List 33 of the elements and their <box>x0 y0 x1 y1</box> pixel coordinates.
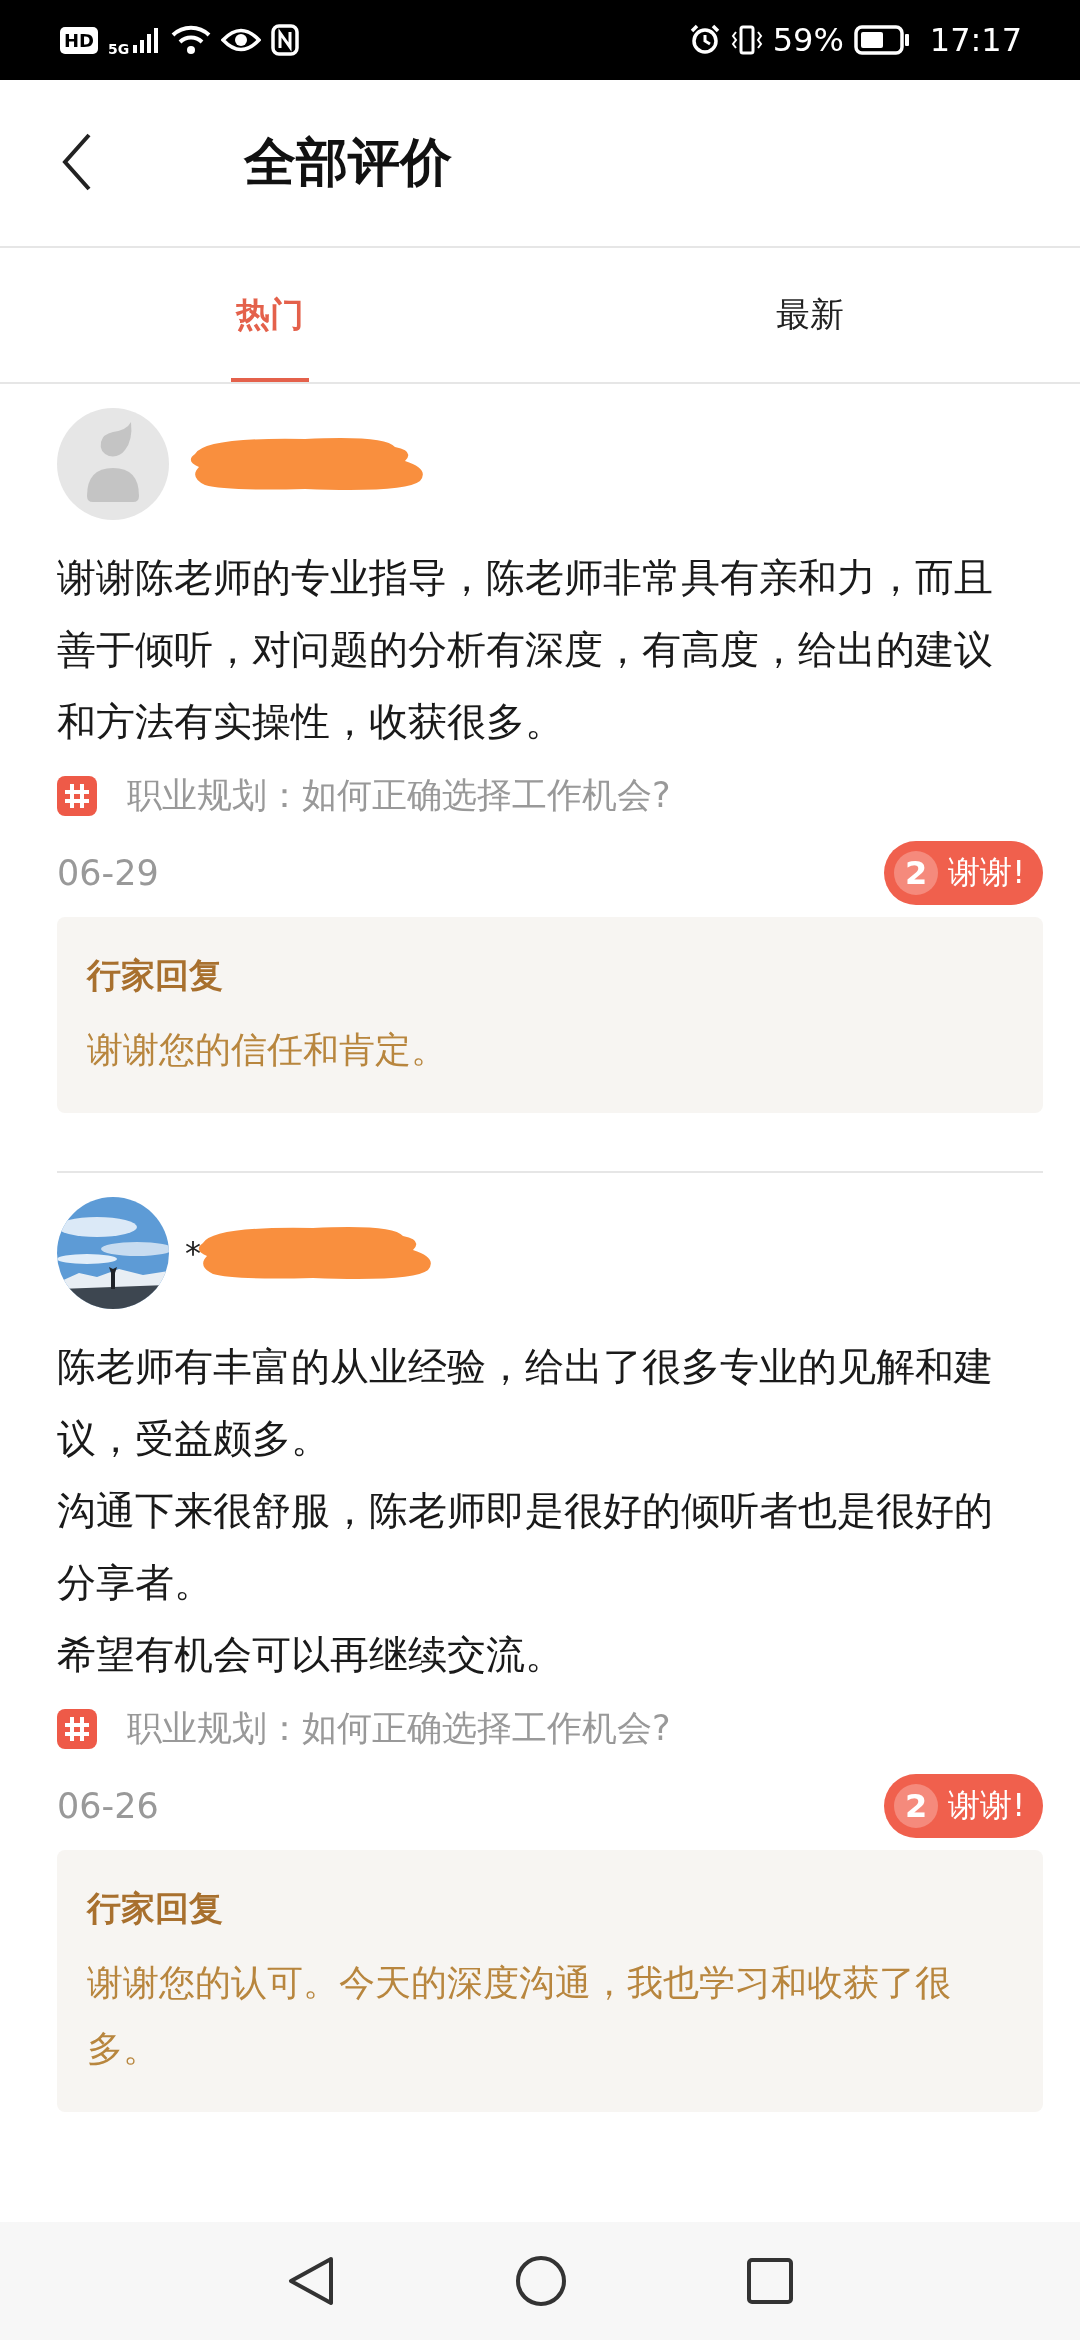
topic-link[interactable]: 职业规划：如何正确选择工作机会? <box>127 772 671 819</box>
thanks-button[interactable]: 2 谢谢! <box>884 841 1043 905</box>
reply-title: 行家回复 <box>87 1887 224 1930</box>
thanks-button[interactable]: 2 谢谢! <box>884 1774 1043 1838</box>
hashtag-icon <box>57 775 97 816</box>
battery-percent: 59% <box>772 21 844 59</box>
recents-nav-icon[interactable] <box>747 2258 793 2304</box>
reviewer-name: * <box>185 1234 201 1272</box>
review-date: 06-29 <box>57 853 159 893</box>
reply-text: 谢谢您的认可。今天的深度沟通，我也学习和收获了很多。 <box>87 1961 952 2071</box>
network-label: 5G <box>108 41 130 57</box>
reply-text: 谢谢您的信任和肯定。 <box>87 1028 448 1072</box>
eye-icon <box>221 27 262 53</box>
battery-icon <box>853 25 910 55</box>
wifi-icon <box>171 24 212 56</box>
reply-title: 行家回复 <box>87 954 224 997</box>
review-text: 陈老师有丰富的从业经验，给出了很多专业的见解和建议，受益颇多。 <box>57 1343 994 1463</box>
review-text: 沟通下来很舒服，陈老师即是很好的倾听者也是很好的分享者。 <box>57 1487 994 1607</box>
back-nav-icon[interactable] <box>287 2255 335 2307</box>
hd-indicator: HD <box>60 26 98 54</box>
review-text: 谢谢陈老师的专业指导，陈老师非常具有亲和力，而且善于倾听，对问题的分析有深度，有高度，给出的建议和方法有实操性，收获很多。 <box>57 554 994 746</box>
topic-link[interactable]: 职业规划：如何正确选择工作机会? <box>127 1705 671 1752</box>
review-text: 希望有机会可以再继续交流。 <box>57 1631 565 1679</box>
nfc-icon <box>271 24 300 56</box>
home-nav-icon[interactable] <box>515 2255 567 2307</box>
tab[interactable]: 最新 <box>540 248 1080 382</box>
hashtag-icon <box>57 1708 97 1749</box>
page-title: 全部评价 <box>244 131 452 194</box>
clock-time: 17:17 <box>929 21 1022 59</box>
default-avatar-icon <box>57 408 169 520</box>
review-date: 06-26 <box>57 1786 159 1826</box>
vibrate-icon <box>730 24 763 56</box>
alarm-icon <box>688 24 721 56</box>
